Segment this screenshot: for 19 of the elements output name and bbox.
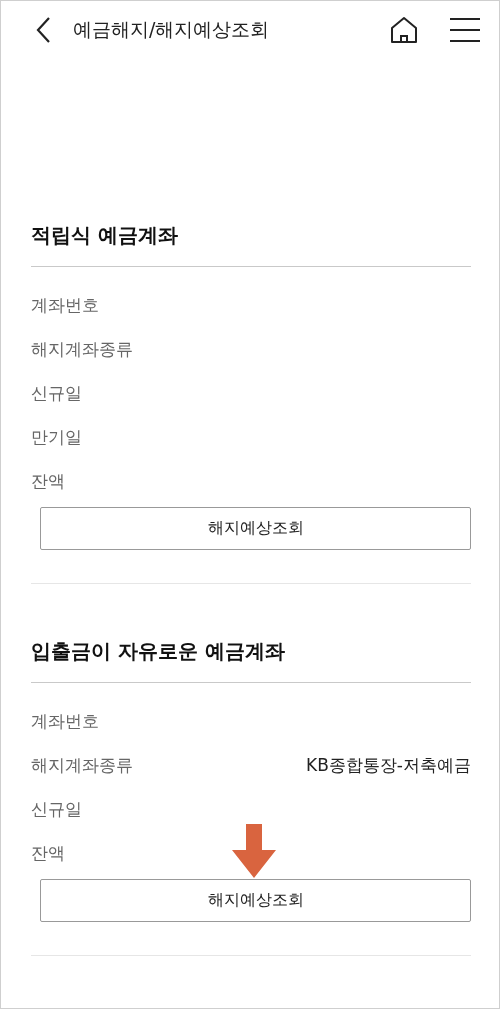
field-label: 잔액 [31, 841, 65, 865]
field-label: 계좌번호 [31, 709, 99, 733]
estimate-button[interactable]: 해지예상조회 [40, 507, 471, 550]
estimate-button[interactable]: 해지예상조회 [40, 879, 471, 922]
field-value: KB종합통장-저축예금 [306, 753, 471, 777]
field-label: 만기일 [31, 425, 82, 449]
menu-icon[interactable] [449, 17, 481, 43]
down-arrow-icon [232, 824, 276, 878]
field-label: 신규일 [31, 381, 82, 405]
section-heading: 적립식 예금계좌 [31, 222, 179, 249]
back-icon[interactable] [35, 16, 51, 44]
section-heading: 입출금이 자유로운 예금계좌 [31, 638, 286, 665]
field-label: 해지계좌종류 [31, 753, 133, 777]
field-label: 계좌번호 [31, 293, 99, 317]
field-label: 해지계좌종류 [31, 337, 133, 361]
field-label: 잔액 [31, 469, 65, 493]
field-label: 신규일 [31, 797, 82, 821]
page-title: 예금해지/해지예상조회 [73, 17, 271, 42]
home-icon[interactable] [389, 15, 419, 45]
